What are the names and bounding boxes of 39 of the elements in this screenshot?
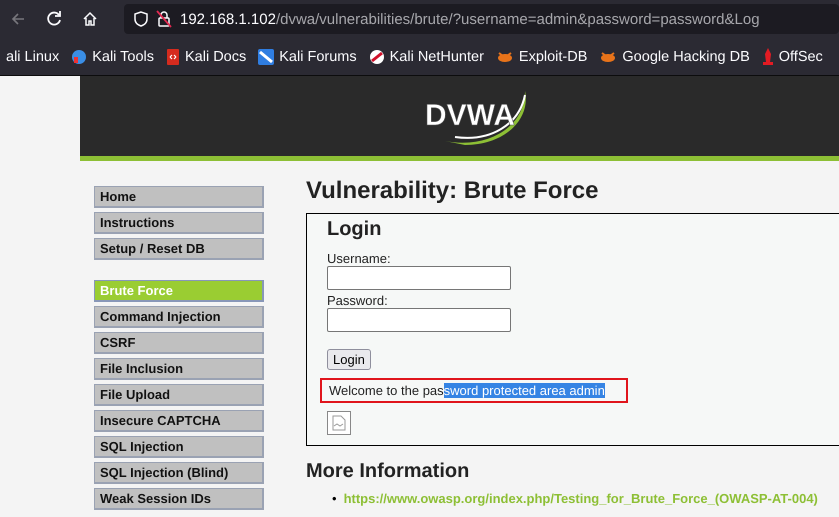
- home-icon[interactable]: [82, 11, 98, 27]
- username-field[interactable]: [327, 266, 511, 290]
- bookmark[interactable]: ali Linux: [0, 48, 66, 64]
- menu-item[interactable]: Home: [94, 186, 264, 208]
- bookmark[interactable]: Exploit-DB: [490, 48, 594, 64]
- menu-item[interactable]: Weak Session IDs: [94, 488, 264, 510]
- bug-icon: [599, 50, 618, 64]
- forum-icon: [258, 48, 274, 64]
- welcome-message: Welcome to the password protected area admin: [320, 378, 628, 403]
- login-heading: Login: [327, 218, 382, 241]
- page-title: Vulnerability: Brute Force: [306, 177, 600, 205]
- menu-item[interactable]: File Inclusion: [94, 358, 264, 380]
- bookmark[interactable]: Kali Forums: [252, 48, 363, 64]
- login-button[interactable]: Login: [327, 349, 371, 370]
- bullet: •: [332, 491, 337, 506]
- insecure-lock-icon[interactable]: [156, 10, 172, 28]
- shield-icon[interactable]: [134, 11, 148, 27]
- menu-item[interactable]: Setup / Reset DB: [94, 238, 264, 260]
- bookmark[interactable]: OffSec: [756, 48, 829, 66]
- password-field[interactable]: [327, 308, 511, 332]
- menu-item[interactable]: File Upload: [94, 384, 264, 406]
- menu-item[interactable]: CSRF: [94, 332, 264, 354]
- bookmark[interactable]: Google Hacking DB: [593, 48, 756, 64]
- bookmark[interactable]: Kali NetHunter: [362, 48, 490, 64]
- document-icon: [166, 48, 180, 64]
- section-heading: More Information: [306, 460, 470, 483]
- username-label: Username:: [327, 251, 392, 266]
- menu-item[interactable]: Command Injection: [94, 306, 264, 328]
- bookmark[interactable]: Kali Docs: [160, 48, 252, 64]
- address-bar[interactable]: 192.168.1.102/dvwa/vulnerabilities/brute/?username=admin&password=password&Log: [124, 4, 839, 34]
- menu-item[interactable]: SQL Injection: [94, 436, 264, 458]
- bookmark[interactable]: Kali Tools: [65, 48, 160, 64]
- password-label: Password:: [327, 293, 389, 308]
- menu-item[interactable]: Instructions: [94, 212, 264, 234]
- reload-icon[interactable]: [45, 10, 63, 28]
- bug-icon: [496, 50, 514, 64]
- broken-image-icon: [327, 411, 351, 435]
- menu-item[interactable]: SQL Injection (Blind): [94, 462, 264, 484]
- menu-item[interactable]: Insecure CAPTCHA: [94, 410, 264, 432]
